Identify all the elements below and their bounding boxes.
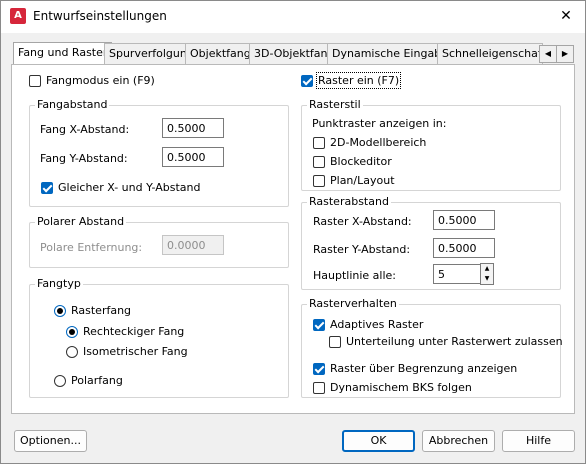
isometric-snap-radio[interactable] — [66, 346, 78, 358]
grid-spacing-legend: Rasterabstand — [307, 195, 391, 208]
title-bar: A Entwurfseinstellungen ✕ — [1, 1, 585, 33]
tab-scroll-left-icon[interactable]: ◀ — [539, 45, 557, 63]
sheet-layout-label: Plan/Layout — [330, 174, 395, 187]
autocad-app-icon: A — [10, 8, 26, 24]
grid-behavior-legend: Rasterverhalten — [307, 297, 399, 310]
options-button[interactable]: Optionen... — [14, 430, 87, 452]
tab-scroll-right-icon[interactable]: ▶ — [556, 45, 574, 63]
follow-ucs-checkbox[interactable] — [313, 382, 325, 394]
grid-snap-label: Rasterfang — [71, 304, 132, 317]
block-editor-label: Blockeditor — [330, 155, 392, 168]
snap-on-checkbox[interactable] — [29, 75, 41, 87]
tab-objektfang[interactable]: Objektfang — [185, 43, 256, 64]
grid-y-label: Raster Y-Abstand: — [313, 243, 411, 256]
beyond-limits-label: Raster über Begrenzung anzeigen — [330, 362, 518, 375]
snap-spacing-group: Fangabstand Fang X-Abstand: 0.5000 Fang … — [29, 98, 289, 207]
window-title: Entwurfseinstellungen — [33, 9, 167, 23]
polar-spacing-legend: Polarer Abstand — [35, 215, 127, 228]
tab-schnelleigenschaften[interactable]: Schnelleigenschaften — [437, 43, 543, 64]
rectangular-snap-label: Rechteckiger Fang — [83, 325, 185, 338]
polar-snap-radio[interactable] — [54, 375, 66, 387]
grid-x-label: Raster X-Abstand: — [313, 215, 412, 228]
grid-on-label: Raster ein (F7) — [315, 72, 402, 89]
grid-behavior-group: Rasterverhalten Adaptives Raster Unterte… — [301, 297, 563, 398]
subdivision-checkbox[interactable] — [329, 336, 341, 348]
tab-dynamische-eingabe[interactable]: Dynamische Eingabe — [327, 43, 453, 64]
spin-down-icon[interactable]: ▼ — [481, 274, 493, 284]
major-line-input[interactable]: 5 — [433, 264, 481, 284]
grid-y-input[interactable]: 0.5000 — [433, 238, 495, 258]
rectangular-snap-radio[interactable] — [66, 326, 78, 338]
tab-3d-objektfang[interactable]: 3D-Objektfang — [249, 43, 340, 64]
grid-style-intro: Punktraster anzeigen in: — [312, 117, 447, 130]
snap-spacing-legend: Fangabstand — [35, 98, 110, 111]
polar-distance-label: Polare Entfernung: — [40, 241, 143, 254]
polar-spacing-group: Polarer Abstand Polare Entfernung: 0.000… — [29, 215, 289, 268]
grid-snap-radio[interactable] — [54, 305, 66, 317]
dialog-window: A Entwurfseinstellungen ✕ Fang und Raste… — [0, 0, 586, 464]
isometric-snap-label: Isometrischer Fang — [83, 345, 188, 358]
polar-snap-label: Polarfang — [71, 374, 123, 387]
grid-on-checkbox[interactable] — [301, 75, 313, 87]
polar-distance-input: 0.0000 — [162, 235, 224, 255]
major-line-spinner[interactable]: ▲ ▼ — [480, 263, 494, 285]
subdivision-label: Unterteilung unter Rasterwert zulassen — [346, 335, 563, 348]
equal-spacing-label: Gleicher X- und Y-Abstand — [58, 181, 201, 194]
equal-spacing-checkbox[interactable] — [41, 182, 53, 194]
grid-spacing-group: Rasterabstand Raster X-Abstand: 0.5000 R… — [301, 195, 561, 290]
adaptive-grid-checkbox[interactable] — [313, 319, 325, 331]
close-icon[interactable]: ✕ — [553, 5, 579, 27]
ok-button[interactable]: OK — [342, 430, 415, 452]
major-line-label: Hauptlinie alle: — [313, 269, 397, 282]
follow-ucs-label: Dynamischem BKS folgen — [330, 381, 472, 394]
adaptive-grid-label: Adaptives Raster — [330, 318, 424, 331]
tab-panel-fang-und-raster: Fangmodus ein (F9) Fangabstand Fang X-Ab… — [11, 64, 575, 414]
snap-x-input[interactable]: 0.5000 — [162, 118, 224, 138]
help-button[interactable]: Hilfe — [502, 430, 575, 452]
snap-y-label: Fang Y-Abstand: — [40, 152, 128, 165]
model-space-label: 2D-Modellbereich — [330, 136, 427, 149]
snap-x-label: Fang X-Abstand: — [40, 123, 130, 136]
grid-x-input[interactable]: 0.5000 — [433, 210, 495, 230]
snap-type-group: Fangtyp Rasterfang Rechteckiger Fang Iso… — [29, 277, 289, 398]
model-space-checkbox[interactable] — [313, 137, 325, 149]
snap-on-label: Fangmodus ein (F9) — [46, 74, 155, 87]
snap-y-input[interactable]: 0.5000 — [162, 147, 224, 167]
tab-fang-und-raster[interactable]: Fang und Raster — [13, 42, 113, 65]
block-editor-checkbox[interactable] — [313, 156, 325, 168]
grid-style-group: Rasterstil Punktraster anzeigen in: 2D-M… — [301, 98, 561, 191]
beyond-limits-checkbox[interactable] — [313, 363, 325, 375]
snap-type-legend: Fangtyp — [35, 277, 83, 290]
sheet-layout-checkbox[interactable] — [313, 175, 325, 187]
grid-style-legend: Rasterstil — [307, 98, 363, 111]
cancel-button[interactable]: Abbrechen — [422, 430, 495, 452]
spin-up-icon[interactable]: ▲ — [481, 264, 493, 274]
